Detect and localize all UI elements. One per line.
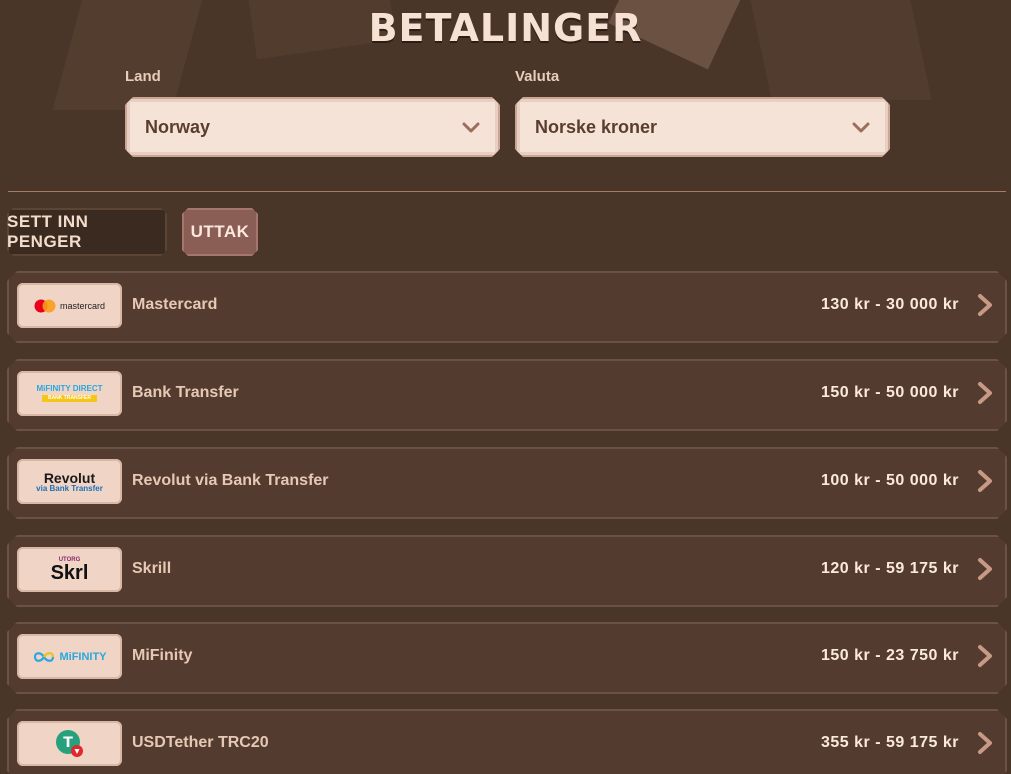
payment-method-mifinity[interactable]: MiFINITY MiFinity 150 kr - 23 750 kr — [7, 622, 1007, 694]
method-name: MiFinity — [132, 647, 193, 664]
logo-text: MiFINITY DIRECT — [36, 384, 103, 393]
method-name: Mastercard — [132, 296, 218, 313]
method-range: 130 kr - 30 000 kr — [821, 296, 959, 313]
logo-text: Skrl — [50, 561, 89, 584]
page-title: BETALINGER — [368, 6, 643, 50]
skrill-logo: UTORG Skrl — [17, 547, 122, 592]
currency-select[interactable]: Norske kroner — [515, 97, 890, 157]
method-range: 120 kr - 59 175 kr — [821, 560, 959, 577]
tether-icon: T — [54, 728, 86, 760]
method-range: 355 kr - 59 175 kr — [821, 734, 959, 751]
currency-label: Valuta — [515, 68, 560, 85]
method-range: 150 kr - 50 000 kr — [821, 384, 959, 401]
tab-withdraw[interactable]: UTTAK — [182, 208, 258, 256]
mastercard-logo: mastercard — [17, 283, 122, 328]
mifinity-logo: MiFINITY — [17, 634, 122, 679]
chevron-down-icon — [850, 117, 872, 139]
method-name: USDTether TRC20 — [132, 734, 269, 751]
usdt-trc20-logo: T — [17, 721, 122, 766]
logo-text: Revolut — [43, 469, 96, 486]
chevron-down-icon — [460, 117, 482, 139]
payment-method-bank-transfer[interactable]: MiFINITY DIRECT BANK TRANSFER Bank Trans… — [7, 359, 1007, 431]
payment-method-skrill[interactable]: UTORG Skrl Skrill 120 kr - 59 175 kr — [7, 535, 1007, 607]
chevron-right-icon — [975, 731, 995, 755]
chevron-right-icon — [975, 293, 995, 317]
logo-sub: BANK TRANSFER — [42, 395, 97, 402]
chevron-right-icon — [975, 644, 995, 668]
revolut-logo: Revolut via Bank Transfer — [17, 459, 122, 504]
currency-value: Norske kroner — [535, 117, 658, 137]
payment-method-usdt-trc20[interactable]: T USDTether TRC20 355 kr - 59 175 kr — [7, 709, 1007, 774]
mastercard-icon — [34, 299, 56, 313]
method-range: 100 kr - 50 000 kr — [821, 472, 959, 489]
country-label: Land — [125, 68, 161, 85]
chevron-right-icon — [975, 469, 995, 493]
country-select[interactable]: Norway — [125, 97, 500, 157]
method-name: Skrill — [132, 560, 172, 577]
logo-text: MiFINITY — [59, 650, 107, 663]
divider — [8, 191, 1006, 192]
logo-text: mastercard — [59, 300, 105, 311]
mifinity-direct-logo: MiFINITY DIRECT BANK TRANSFER — [17, 371, 122, 416]
method-name: Revolut via Bank Transfer — [132, 472, 329, 489]
chevron-right-icon — [975, 557, 995, 581]
country-value: Norway — [145, 117, 211, 137]
tab-deposit[interactable]: SETT INN PENGER — [7, 208, 167, 256]
infinity-icon — [32, 651, 56, 663]
payment-method-revolut[interactable]: Revolut via Bank Transfer Revolut via Ba… — [7, 447, 1007, 519]
logo-sub: via Bank Transfer — [36, 483, 103, 493]
method-name: Bank Transfer — [132, 384, 239, 401]
chevron-right-icon — [975, 381, 995, 405]
payment-method-mastercard[interactable]: mastercard Mastercard 130 kr - 30 000 kr — [7, 271, 1007, 343]
method-range: 150 kr - 23 750 kr — [821, 647, 959, 664]
